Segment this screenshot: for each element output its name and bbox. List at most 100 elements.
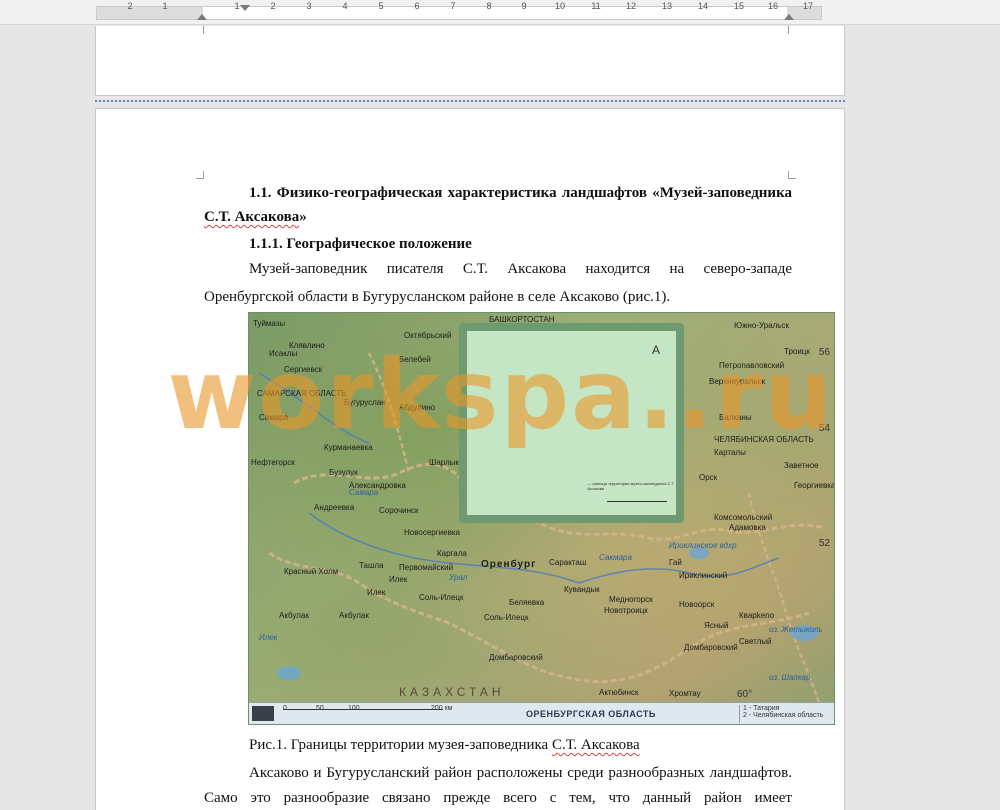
heading-2[interactable]: 1.1.1. Географическое положение <box>204 232 792 256</box>
ruler-left-margin <box>97 7 203 19</box>
right-indent-marker[interactable] <box>784 14 794 20</box>
paragraph-3[interactable]: Само это разнообразие связано прежде все… <box>204 786 792 810</box>
map-title: ОРЕНБУРГСКАЯ ОБЛАСТЬ <box>526 709 656 719</box>
map-label: Новосергиевка <box>404 528 460 537</box>
legend-item: 1 - Татария <box>743 705 780 712</box>
map-figure[interactable]: А — граница территории музея-заповедника… <box>248 312 835 725</box>
heading-1-author: С.Т. Аксакова <box>204 209 300 225</box>
heading-1-closing: » <box>299 209 307 225</box>
map-label: Южно-Уральск <box>734 321 789 330</box>
crop-mark <box>788 26 796 34</box>
map-label: Петропавловский <box>719 361 785 370</box>
map-label-country: КАЗАХСТАН <box>399 685 505 699</box>
map-footer: 0 50 100 200 км ОРЕНБУРГСКАЯ ОБЛАСТЬ 1 -… <box>249 702 834 724</box>
ruler-number: 8 <box>486 1 492 11</box>
map-label: Ириклинский <box>679 571 728 580</box>
map-label: Туймазы <box>253 319 286 328</box>
map-label: Нефтегорск <box>251 458 295 467</box>
map-label-river: Самара <box>349 488 379 497</box>
map-label: Актюбинск <box>599 688 639 697</box>
ruler-number: 11 <box>591 1 601 11</box>
map-label: Орск <box>699 473 718 482</box>
map-label: Ташла <box>359 561 384 570</box>
map-label: Хромтау <box>669 689 701 698</box>
map-label: Сергиевск <box>284 365 323 374</box>
map-label: БАШКОРТОСТАН <box>489 315 555 324</box>
map-label: Карталы <box>714 448 746 457</box>
heading-1[interactable]: 1.1. Физико-географическая характеристик… <box>204 181 792 205</box>
map-label: Кувандык <box>564 585 600 594</box>
ruler-number: 17 <box>802 1 814 11</box>
page-current[interactable]: 1.1. Физико-географическая характеристик… <box>95 108 845 810</box>
map-legend: 1 - Татария 2 - Челябинская область <box>739 705 833 723</box>
heading-1-continuation[interactable]: С.Т. Аксакова» <box>204 205 792 229</box>
ruler-number: 2 <box>270 1 276 11</box>
heading-1-text: 1.1. Физико-географическая характеристик… <box>249 185 792 201</box>
paragraph-1-line-1[interactable]: Музей-заповедник писателя С.Т. Аксакова … <box>204 257 792 281</box>
map-label: Исаклы <box>269 349 298 358</box>
map-label: Адамовка <box>729 523 766 532</box>
first-line-indent-marker[interactable] <box>240 5 250 11</box>
map-label-river: оз. Жетыколь <box>769 625 823 634</box>
map-label: Красный Холм <box>284 567 339 576</box>
map-label-river: Урал <box>449 573 468 582</box>
map-label-river: оз. Шалкар <box>769 673 811 682</box>
map-coordinate: 52 <box>818 538 830 549</box>
horizontal-ruler[interactable]: 2 1 1 2 3 4 5 6 7 8 9 10 11 12 13 14 15 … <box>0 0 1000 25</box>
map-label: Саракташ <box>549 558 587 567</box>
ruler-number: 7 <box>450 1 456 11</box>
ruler-number: 12 <box>625 1 637 11</box>
map-label: Илек <box>367 588 386 597</box>
scale-label: 0 <box>283 705 287 712</box>
figure-caption[interactable]: Рис.1. Границы территории музея-заповедн… <box>249 733 809 757</box>
ruler-number: 9 <box>521 1 527 11</box>
map-label: Андреевка <box>314 503 355 512</box>
map-label: ЧЕЛЯБИНСКАЯ ОБЛАСТЬ <box>714 435 814 444</box>
scale-label: 50 <box>316 705 324 712</box>
map-label: САМАРСКАЯ ОБЛАСТЬ <box>257 389 347 398</box>
map-label-river: Илек <box>259 633 278 642</box>
map-label: Ясный <box>704 621 729 630</box>
map-label: Новоорск <box>679 600 715 609</box>
map-label: Бузулук <box>329 468 358 477</box>
map-label: Гай <box>669 558 682 567</box>
ruler-number: 2 <box>127 1 133 11</box>
inset-letter: А <box>651 343 660 357</box>
map-coordinate: 54 <box>818 423 830 434</box>
paragraph-2[interactable]: Аксаково и Бугурусланский район располож… <box>204 761 792 785</box>
ruler-number: 6 <box>414 1 420 11</box>
map-label: Акбулак <box>279 611 309 620</box>
map-label: Белебей <box>399 355 431 364</box>
map-label: Новотроицк <box>604 606 648 615</box>
map-scale-bar <box>283 709 443 712</box>
map-label: Георгиевка <box>794 481 835 490</box>
paragraph-1-line-2[interactable]: Оренбургской области в Бугурусланском ра… <box>204 285 792 309</box>
caption-text: Рис.1. Границы территории музея-заповедн… <box>249 737 552 753</box>
map-label: Каргала <box>437 549 467 558</box>
left-indent-marker[interactable] <box>197 14 207 20</box>
map-label: Домбаровский <box>684 643 738 652</box>
map-label: Светлый <box>739 637 772 646</box>
map-label: Балканы <box>719 413 752 422</box>
ruler-number: 1 <box>234 1 240 11</box>
page-break-line <box>95 100 845 102</box>
scale-label: 200 км <box>431 705 453 712</box>
map-label-river: Сакмара <box>599 553 632 562</box>
map-label: Медногорск <box>609 595 653 604</box>
ruler-number: 1 <box>162 1 168 11</box>
map-label: Шарлык <box>429 458 459 467</box>
map-label: Бугуруслан <box>344 398 386 407</box>
map-label: Самара <box>259 413 289 422</box>
ruler-number: 15 <box>733 1 745 11</box>
map-coordinate: 60° <box>737 689 753 700</box>
legend-item: 2 - Челябинская область <box>743 712 824 719</box>
crop-mark <box>196 171 204 179</box>
ruler-number: 4 <box>342 1 348 11</box>
ruler-number: 16 <box>767 1 779 11</box>
map-label: Акбулак <box>339 611 369 620</box>
inset-legend: — граница территории музея-заповедника С… <box>587 481 675 491</box>
map-label: Троицк <box>784 347 810 356</box>
russia-outline-icon <box>252 706 274 721</box>
ruler-number: 14 <box>697 1 709 11</box>
map-label: Сорочинск <box>379 506 419 515</box>
